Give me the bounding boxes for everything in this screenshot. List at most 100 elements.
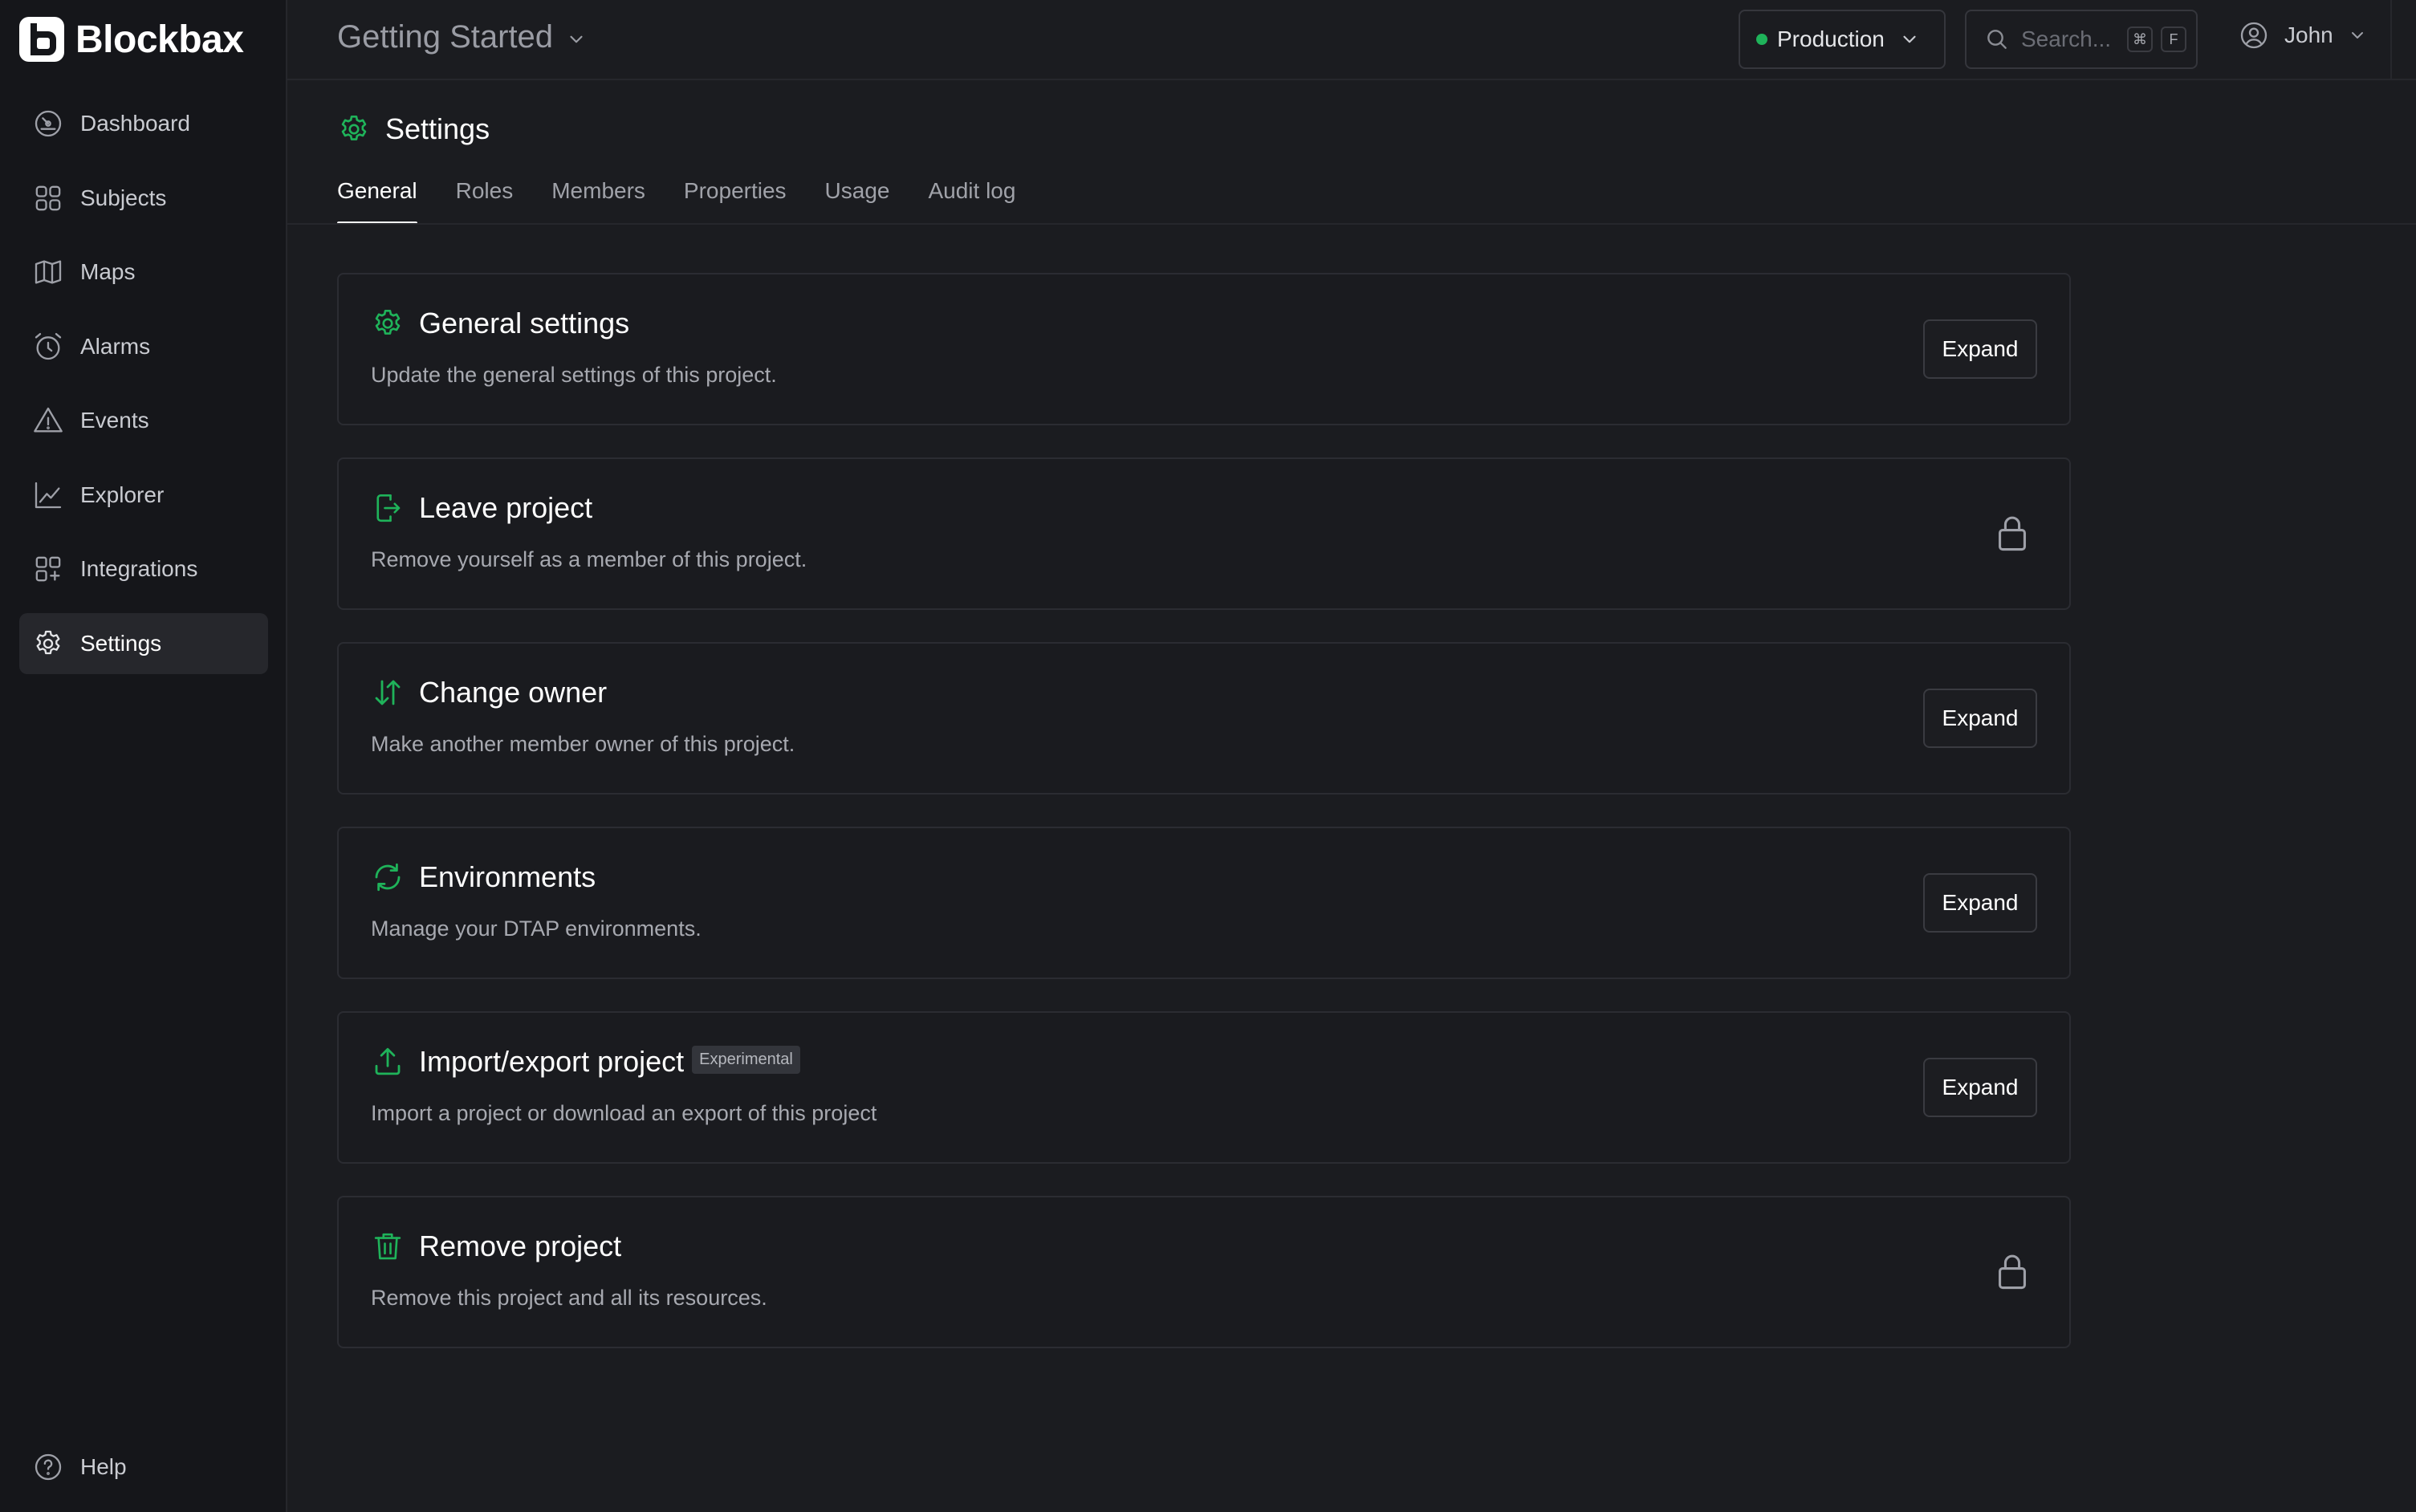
page-title: Settings: [385, 112, 490, 145]
chevron-down-icon: [1903, 35, 1916, 43]
user-avatar-icon: [2240, 22, 2268, 49]
shortcut-key-cmd: ⌘: [2127, 26, 2153, 52]
settings-card-general: General settings Update the general sett…: [337, 273, 2071, 425]
expand-button[interactable]: Expand: [1923, 689, 2037, 748]
tab-roles[interactable]: Roles: [456, 178, 514, 225]
card-description: Remove this project and all its resource…: [371, 1286, 767, 1310]
gear-icon: [341, 115, 367, 140]
expand-button[interactable]: Expand: [1923, 1058, 2037, 1117]
card-title: Change owner: [419, 676, 607, 709]
expand-button[interactable]: Expand: [1923, 319, 2037, 379]
card-description: Remove yourself as a member of this proj…: [371, 547, 807, 571]
page-header: Settings: [337, 112, 490, 146]
card-title: Import/export project Experimental: [419, 1045, 800, 1079]
tab-members[interactable]: Members: [551, 178, 645, 225]
shortcut-key-f: F: [2161, 26, 2186, 52]
sidebar-nav: Dashboard Subjects Maps Alarms Events Ex…: [19, 93, 268, 687]
sidebar-item-events[interactable]: Events: [19, 390, 268, 451]
help-link[interactable]: Help: [32, 1451, 127, 1483]
sidebar-item-explorer[interactable]: Explorer: [19, 465, 268, 526]
tab-general[interactable]: General: [337, 178, 417, 225]
card-description: Make another member owner of this projec…: [371, 732, 795, 756]
integrations-icon: [35, 556, 61, 582]
user-menu[interactable]: John: [2238, 19, 2367, 51]
environment-status-dot: [1756, 34, 1767, 45]
card-title-text: Import/export project: [419, 1045, 685, 1078]
settings-cards: General settings Update the general sett…: [337, 273, 2071, 1380]
sidebar-item-label: Integrations: [80, 556, 198, 581]
gear-icon: [375, 309, 401, 335]
sidebar-item-integrations[interactable]: Integrations: [19, 539, 268, 600]
line-chart-icon: [35, 482, 62, 508]
sidebar-item-subjects[interactable]: Subjects: [19, 168, 268, 229]
environment-select[interactable]: Production: [1739, 10, 1946, 69]
settings-card-change-owner: Change owner Make another member owner o…: [337, 642, 2071, 795]
card-title: Environments: [419, 860, 596, 894]
settings-card-import-export: Import/export project Experimental Impor…: [337, 1011, 2071, 1164]
main-content: Getting Started Production ⌘ F John: [287, 0, 2416, 1512]
logo-text: Blockbax: [75, 18, 244, 61]
environment-label: Production: [1777, 26, 1885, 51]
sidebar-item-maps[interactable]: Maps: [19, 242, 268, 303]
sidebar-item-label: Explorer: [80, 482, 165, 507]
app-root: Blockbax Dashboard Subjects Maps Alarms …: [0, 0, 2416, 1512]
project-selector[interactable]: Getting Started: [337, 19, 587, 55]
logo[interactable]: Blockbax: [18, 14, 244, 64]
card-title-text: Environments: [419, 860, 596, 893]
user-name: John: [2284, 22, 2333, 47]
sidebar-item-label: Maps: [80, 259, 136, 284]
top-bar: Getting Started Production ⌘ F John: [287, 0, 2416, 80]
sidebar-item-label: Alarms: [80, 333, 151, 359]
card-description: Manage your DTAP environments.: [371, 917, 702, 941]
gauge-icon: [35, 110, 62, 137]
top-bar-divider: [2390, 0, 2392, 80]
sidebar: Blockbax Dashboard Subjects Maps Alarms …: [0, 0, 287, 1512]
grid-icon: [35, 185, 61, 210]
map-icon: [35, 260, 62, 284]
tabs-divider: [287, 223, 2416, 225]
refresh-icon: [375, 863, 401, 892]
card-title-text: General settings: [419, 307, 630, 339]
experimental-badge: Experimental: [692, 1045, 800, 1074]
project-title: Getting Started: [337, 19, 554, 55]
search-icon: [1987, 30, 2007, 49]
search-input[interactable]: [2021, 26, 2117, 52]
help-icon: [35, 1453, 62, 1481]
card-title-text: Leave project: [419, 491, 593, 524]
sidebar-item-settings[interactable]: Settings: [19, 612, 268, 674]
sidebar-item-label: Subjects: [80, 185, 167, 210]
card-description: Import a project or download an export o…: [371, 1101, 877, 1125]
sidebar-item-label: Settings: [80, 630, 162, 656]
settings-card-environments: Environments Manage your DTAP environmen…: [337, 827, 2071, 979]
exit-icon: [376, 494, 401, 522]
settings-card-leave-project: Leave project Remove yourself as a membe…: [337, 457, 2071, 610]
upload-icon: [375, 1047, 401, 1075]
sidebar-item-label: Events: [80, 408, 149, 433]
expand-button[interactable]: Expand: [1923, 873, 2037, 933]
chevron-down-icon: [2351, 32, 2363, 39]
card-title: Remove project: [419, 1230, 621, 1263]
blockbax-logo-icon: [19, 17, 64, 62]
lock-icon: [1999, 1254, 2026, 1290]
tab-usage[interactable]: Usage: [825, 178, 890, 225]
settings-tabs: General Roles Members Properties Usage A…: [337, 178, 1054, 225]
warning-triangle-icon: [34, 407, 63, 433]
search-box[interactable]: ⌘ F: [1965, 10, 2198, 69]
swap-arrows-icon: [375, 680, 401, 705]
card-description: Update the general settings of this proj…: [371, 363, 777, 387]
alarm-clock-icon: [35, 332, 62, 360]
sidebar-item-alarms[interactable]: Alarms: [19, 316, 268, 377]
settings-card-remove-project: Remove project Remove this project and a…: [337, 1196, 2071, 1348]
card-title-text: Remove project: [419, 1230, 622, 1262]
card-title-text: Change owner: [419, 676, 608, 709]
gear-icon: [36, 630, 60, 654]
sidebar-item-label: Dashboard: [80, 111, 190, 136]
tab-properties[interactable]: Properties: [684, 178, 787, 225]
tab-audit-log[interactable]: Audit log: [928, 178, 1015, 225]
sidebar-item-dashboard[interactable]: Dashboard: [19, 93, 268, 154]
chevron-down-icon: [570, 35, 583, 43]
card-title: Leave project: [419, 491, 592, 525]
help-label: Help: [80, 1454, 127, 1479]
lock-icon: [1999, 516, 2026, 551]
trash-icon: [374, 1233, 401, 1260]
